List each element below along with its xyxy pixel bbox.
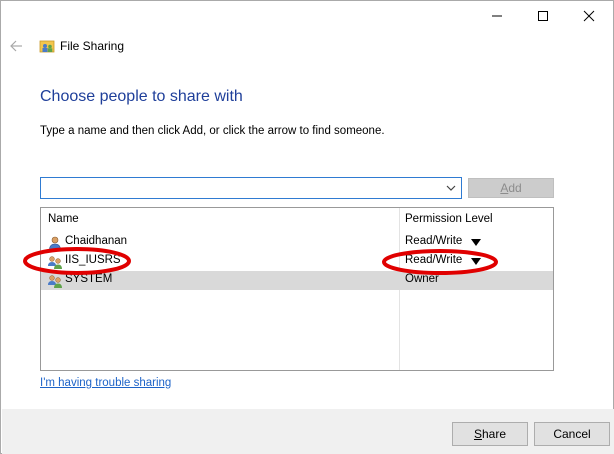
chevron-down-icon[interactable] xyxy=(445,182,457,194)
list-row-system[interactable]: SYSTEM Owner xyxy=(41,271,553,290)
dropdown-arrow-icon[interactable] xyxy=(471,258,481,265)
trouble-sharing-link[interactable]: I'm having trouble sharing xyxy=(40,377,171,389)
permission-level[interactable]: Read/Write xyxy=(405,235,462,247)
page-heading: Choose people to share with xyxy=(40,88,243,105)
share-button[interactable]: Share xyxy=(452,422,528,446)
window-title: File Sharing xyxy=(60,39,125,53)
user-permission-list: Name Permission Level Chaidhanan Read/Wr… xyxy=(40,207,554,371)
user-icon xyxy=(49,236,61,251)
user-name: IIS_IUSRS xyxy=(65,254,121,266)
permission-level: Owner xyxy=(405,273,439,285)
cancel-button[interactable]: Cancel xyxy=(534,422,610,446)
close-button[interactable] xyxy=(566,1,612,31)
dialog-footer: Share Cancel xyxy=(2,409,614,454)
file-sharing-window: File Sharing Choose people to share with… xyxy=(0,0,614,454)
file-sharing-icon xyxy=(39,40,55,53)
add-button[interactable]: Add xyxy=(468,178,554,198)
permission-level[interactable]: Read/Write xyxy=(405,254,462,266)
minimize-button[interactable] xyxy=(474,1,520,31)
minimize-icon xyxy=(492,15,502,17)
add-button-label: Add xyxy=(500,181,522,195)
column-header-name[interactable]: Name xyxy=(48,213,79,225)
column-header-permission[interactable]: Permission Level xyxy=(405,213,493,225)
list-row-iis-iusrs[interactable]: IIS_IUSRS Read/Write xyxy=(41,252,553,271)
group-icon xyxy=(48,256,62,269)
close-icon xyxy=(583,10,595,22)
group-icon xyxy=(48,275,62,288)
user-name: SYSTEM xyxy=(65,273,113,285)
maximize-button[interactable] xyxy=(520,1,566,31)
list-row-chaidhanan[interactable]: Chaidhanan Read/Write xyxy=(41,233,553,252)
user-name: Chaidhanan xyxy=(65,235,128,247)
maximize-icon xyxy=(538,11,548,21)
dropdown-arrow-icon[interactable] xyxy=(471,239,481,246)
name-input-combobox[interactable] xyxy=(40,177,462,199)
back-arrow-icon[interactable] xyxy=(9,39,23,53)
instruction-text: Type a name and then click Add, or click… xyxy=(40,125,385,137)
share-button-label: Share xyxy=(473,427,507,441)
